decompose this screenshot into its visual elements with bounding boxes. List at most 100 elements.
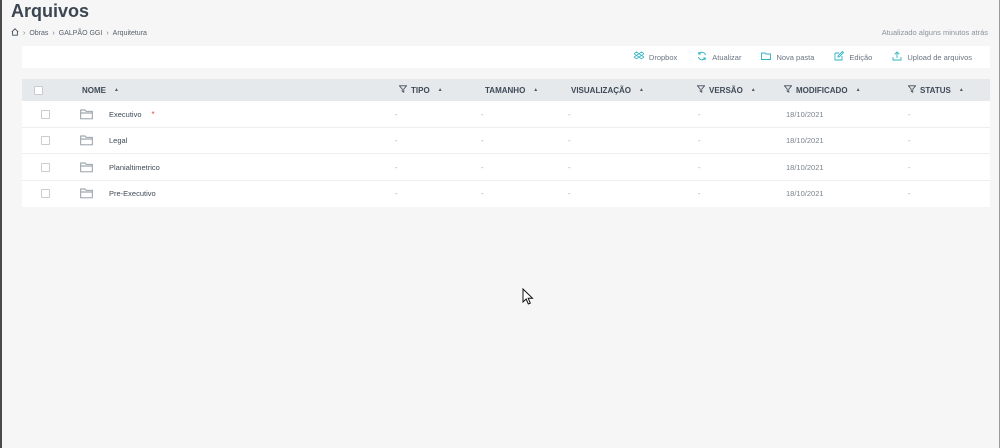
new-folder-label: Nova pasta: [776, 52, 815, 62]
cell-visualizacao: -: [568, 189, 571, 198]
file-name-text[interactable]: Executivo: [109, 110, 142, 119]
table-row[interactable]: Planialtimetrico - - - - 18/10/2021 -: [22, 154, 990, 181]
cell-versao: -: [698, 109, 701, 119]
dropbox-button[interactable]: Dropbox: [633, 51, 678, 63]
cell-modificado: 18/10/2021: [786, 162, 824, 172]
cell-status: -: [908, 189, 911, 198]
cell-status: -: [908, 162, 911, 172]
page-title: Arquivos: [11, 1, 90, 21]
file-name[interactable]: Executivo *: [109, 101, 155, 127]
mouse-cursor-icon: [522, 287, 534, 310]
last-updated-text: Atualizado alguns minutos atrás: [881, 28, 988, 37]
breadcrumb: › Obras › GALPÃO GGI › Arquitetura: [11, 27, 147, 39]
row-checkbox[interactable]: [41, 162, 50, 172]
cell-modificado: 18/10/2021: [786, 189, 824, 198]
column-header-status[interactable]: STATUS ▲: [907, 79, 964, 101]
sort-icon[interactable]: ▲: [751, 87, 756, 93]
cell-status: -: [908, 109, 911, 119]
sort-icon[interactable]: ▲: [639, 87, 644, 93]
column-label: VERSÃO: [709, 85, 743, 95]
upload-button[interactable]: Upload de arquivos: [892, 51, 972, 63]
folder-icon: [80, 128, 94, 154]
column-header-tamanho[interactable]: TAMANHO ▲: [485, 79, 538, 101]
file-name[interactable]: Legal: [109, 128, 127, 154]
sort-icon[interactable]: ▲: [533, 87, 538, 93]
chevron-right-icon: ›: [52, 29, 55, 37]
row-checkbox-cell: [41, 154, 50, 180]
table-row[interactable]: Executivo * - - - - 18/10/2021 -: [22, 101, 990, 128]
column-header-modificado[interactable]: MODIFICADO ▲: [783, 79, 861, 101]
window-border-left: [0, 0, 2, 448]
table-row[interactable]: Legal - - - - 18/10/2021 -: [22, 128, 990, 154]
folder-icon: [80, 181, 94, 207]
column-header-tipo[interactable]: TIPO ▲: [398, 79, 443, 101]
cell-tipo: -: [395, 136, 398, 145]
file-name[interactable]: Planialtimetrico: [109, 154, 160, 180]
new-folder-button[interactable]: Nova pasta: [761, 51, 814, 63]
filter-icon[interactable]: [398, 85, 408, 95]
row-checkbox-cell: [41, 101, 50, 127]
column-header-visualizacao[interactable]: VISUALIZAÇÃO ▲: [571, 79, 644, 101]
folder-icon: [80, 101, 94, 127]
upload-icon: [892, 51, 902, 63]
cell-tamanho: -: [481, 136, 484, 145]
column-label: TAMANHO: [485, 85, 526, 95]
refresh-label: Atualizar: [712, 52, 742, 62]
column-label: VISUALIZAÇÃO: [571, 85, 631, 95]
cell-tamanho: -: [481, 109, 484, 119]
toolbar: Dropbox Atualizar Nova pasta Edição Uplo…: [22, 46, 990, 68]
breadcrumb-item-arquitetura: Arquitetura: [112, 29, 147, 37]
column-label: TIPO: [411, 85, 430, 95]
column-header-nome[interactable]: NOME ▲: [82, 79, 119, 101]
sort-icon[interactable]: ▲: [856, 87, 861, 93]
folder-icon: [80, 154, 94, 180]
refresh-button[interactable]: Atualizar: [697, 51, 741, 63]
modified-flag: *: [151, 109, 155, 119]
home-icon[interactable]: [11, 28, 19, 38]
filter-icon[interactable]: [783, 85, 793, 95]
cell-visualizacao: -: [568, 162, 571, 172]
edit-icon: [834, 50, 845, 63]
row-checkbox-cell: [41, 181, 50, 207]
column-label: MODIFICADO: [796, 85, 848, 95]
row-checkbox-cell: [41, 128, 50, 154]
cell-versao: -: [698, 136, 701, 145]
cell-versao: -: [698, 189, 701, 198]
table-row[interactable]: Pre-Executivo - - - - 18/10/2021 -: [22, 181, 990, 208]
cell-modificado: 18/10/2021: [786, 136, 824, 145]
cell-visualizacao: -: [568, 136, 571, 145]
edit-label: Edição: [849, 52, 873, 62]
cell-tipo: -: [395, 189, 398, 198]
refresh-icon: [697, 51, 707, 63]
cell-tamanho: -: [481, 189, 484, 198]
row-checkbox[interactable]: [41, 109, 50, 119]
breadcrumb-item-obras[interactable]: Obras: [29, 30, 48, 37]
select-all-checkbox[interactable]: [34, 85, 43, 95]
sort-icon[interactable]: ▲: [114, 87, 119, 93]
chevron-right-icon: ›: [106, 29, 109, 37]
cell-tipo: -: [395, 109, 398, 119]
filter-icon[interactable]: [907, 85, 917, 95]
cell-visualizacao: -: [568, 109, 571, 119]
row-checkbox[interactable]: [41, 189, 50, 198]
sort-icon[interactable]: ▲: [959, 87, 964, 93]
dropbox-label: Dropbox: [648, 52, 678, 62]
folder-icon: [761, 51, 772, 63]
cell-tamanho: -: [481, 162, 484, 172]
column-label: NOME: [82, 85, 106, 95]
column-header-versao[interactable]: VERSÃO ▲: [696, 79, 756, 101]
files-table: NOME ▲ TIPO ▲ TAMANHO ▲ VISUALIZAÇÃO ▲ V…: [22, 79, 990, 207]
breadcrumb-item-galpao[interactable]: GALPÃO GGI: [59, 30, 103, 37]
sort-icon[interactable]: ▲: [438, 87, 443, 93]
edit-button[interactable]: Edição: [834, 50, 873, 63]
cell-modificado: 18/10/2021: [786, 109, 824, 119]
chevron-right-icon: ›: [23, 29, 26, 37]
select-all-checkbox-cell: [34, 79, 43, 101]
cell-versao: -: [698, 162, 701, 172]
file-name[interactable]: Pre-Executivo: [109, 181, 156, 207]
filter-icon[interactable]: [696, 85, 706, 95]
cell-tipo: -: [395, 162, 398, 172]
upload-label: Upload de arquivos: [907, 52, 972, 62]
dropbox-icon: [633, 51, 645, 63]
row-checkbox[interactable]: [41, 136, 50, 145]
